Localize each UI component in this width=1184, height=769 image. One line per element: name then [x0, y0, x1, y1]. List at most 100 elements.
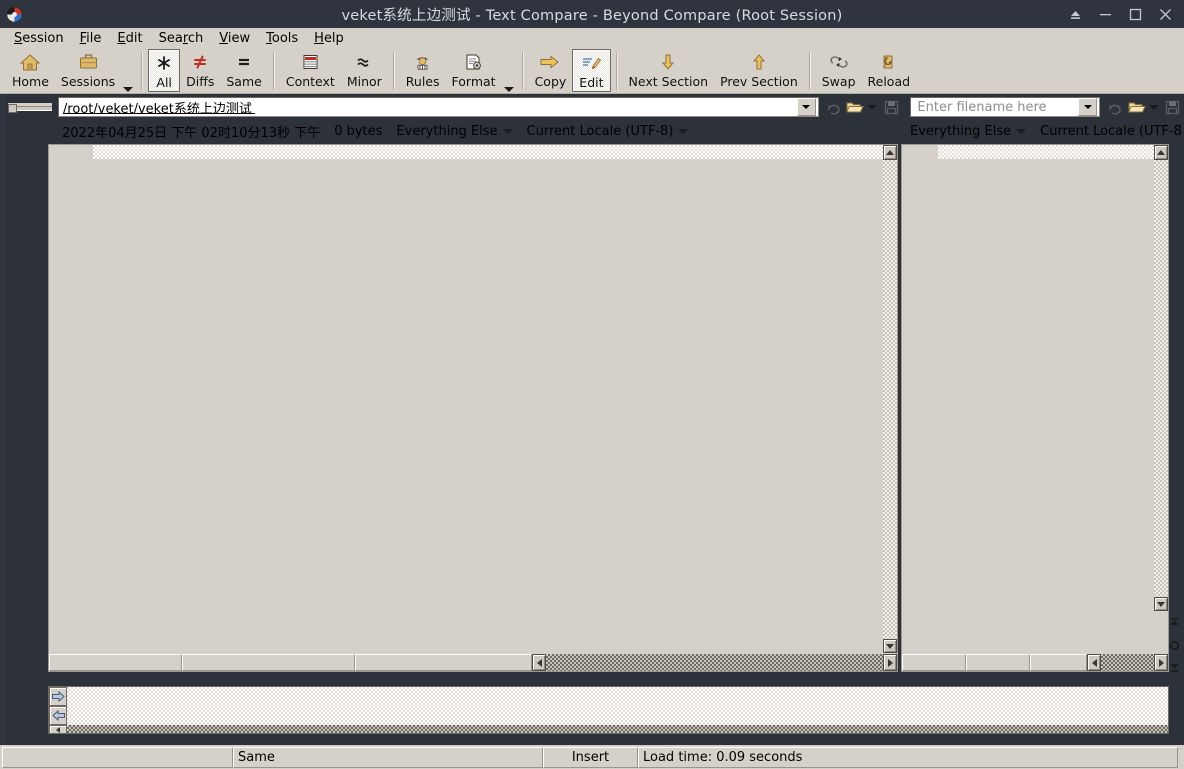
slider-thumb[interactable] [8, 104, 17, 113]
left-text-pane[interactable] [48, 144, 898, 672]
left-refresh-icon[interactable] [823, 96, 845, 118]
menu-file[interactable]: File [72, 30, 110, 47]
last-difference-icon[interactable] [1166, 656, 1182, 678]
left-pane-top-scroll-track[interactable] [93, 145, 883, 159]
right-save-icon[interactable] [1162, 96, 1184, 118]
edit-panel-row-left[interactable] [49, 706, 1168, 725]
toolbar-label: All [156, 75, 172, 90]
title-bar: veket系统上边测试 - Text Compare - Beyond Comp… [0, 0, 1184, 28]
diff-navigation-strip [1166, 612, 1182, 678]
menu-session[interactable]: Session [6, 30, 72, 47]
menu-tools[interactable]: Tools [258, 30, 306, 47]
toolbar-label: Format [451, 74, 496, 89]
toolbar-button-next-section[interactable]: Next Section [623, 49, 715, 92]
chevron-down-icon [1016, 128, 1027, 134]
toolbar-button-diffs[interactable]: Diffs [180, 49, 220, 92]
toolbar-separator [521, 52, 524, 90]
right-path-input[interactable]: Enter filename here [910, 97, 1101, 117]
menu-edit[interactable]: Edit [109, 30, 150, 47]
toolbar-button-context[interactable]: Context [280, 49, 341, 92]
edit-panel-row-right[interactable] [49, 687, 1168, 706]
menu-help[interactable]: Help [306, 30, 352, 47]
edit-panel-hscroll-left-button[interactable] [49, 725, 67, 734]
right-path-dropdown-button[interactable] [1078, 98, 1098, 116]
chevron-down-icon [123, 87, 134, 92]
toolbar-button-reload[interactable]: Reload [862, 49, 917, 92]
pane-width-slider[interactable] [8, 103, 52, 113]
toolbar-button-same[interactable]: Same [220, 49, 267, 92]
edit-panel-hscroll-track[interactable] [67, 725, 1168, 733]
triangle-left-icon [56, 726, 60, 733]
left-browse-folder-icon[interactable] [845, 96, 867, 118]
left-pane-hscroll-right-button[interactable] [883, 654, 897, 671]
first-difference-icon[interactable] [1166, 612, 1182, 634]
left-path-dropdown-button[interactable] [796, 98, 816, 116]
toolbar: Home Sessions All Diffs Same Context Min… [0, 49, 1184, 94]
right-pane-vscroll-track[interactable] [1154, 160, 1168, 597]
right-file-info: Everything Else Current Locale (UTF-8 [910, 121, 1182, 141]
right-filter-selector[interactable]: Everything Else [910, 124, 1027, 139]
reload-icon [879, 51, 898, 73]
toolbar-button-copy[interactable]: Copy [529, 49, 573, 92]
minimize-button[interactable] [1090, 0, 1120, 28]
right-text-pane[interactable] [901, 144, 1169, 672]
toolbar-button-format[interactable]: Format [446, 49, 502, 92]
inline-edit-panel[interactable] [48, 686, 1169, 734]
referee-icon [413, 51, 432, 73]
toolbar-button-rules[interactable]: Rules [400, 49, 446, 92]
toolbar-label: Sessions [60, 74, 116, 89]
path-focus-underline [62, 113, 255, 114]
right-pane-top-scroll-track[interactable] [938, 145, 1154, 159]
close-button[interactable] [1150, 0, 1180, 28]
toolbar-label: Next Section [628, 74, 709, 89]
toolbar-separator [615, 52, 618, 90]
triangle-down-icon [886, 643, 894, 649]
right-browse-folder-icon[interactable] [1126, 96, 1148, 118]
left-browse-dropdown-icon[interactable] [867, 104, 878, 110]
toolbar-label: Prev Section [720, 74, 798, 89]
right-refresh-icon[interactable] [1104, 96, 1126, 118]
left-encoding-selector[interactable]: Current Locale (UTF-8) [527, 124, 689, 139]
toolbar-button-swap[interactable]: Swap [816, 49, 862, 92]
left-file-info: 2022年04月25日 下午 02时10分13秒 下午 0 bytes Ever… [62, 121, 702, 141]
menu-view[interactable]: View [211, 30, 258, 47]
not-equal-icon [191, 51, 209, 73]
left-path-input[interactable]: /root/veket/veket系统上边测试 [57, 97, 819, 117]
toolbar-label: Edit [579, 75, 604, 90]
right-pane-hscroll-track[interactable] [1101, 654, 1154, 671]
toolbar-button-prev-section[interactable]: Prev Section [714, 49, 804, 92]
arrow-right-icon [539, 51, 561, 73]
left-pane-scroll-down-button[interactable] [883, 639, 897, 653]
right-pane-seg-3 [1030, 654, 1087, 671]
right-encoding-selector[interactable]: Current Locale (UTF-8 [1040, 124, 1182, 139]
toolbar-label: Same [226, 74, 262, 89]
eject-button[interactable] [1060, 0, 1090, 28]
right-pane-scroll-down-button[interactable] [1154, 597, 1168, 611]
left-save-icon[interactable] [880, 96, 902, 118]
right-pane-hscroll-left-button[interactable] [1087, 654, 1101, 671]
left-filter-selector[interactable]: Everything Else [396, 124, 513, 139]
copy-to-left-button[interactable] [49, 706, 67, 725]
toolbar-button-all[interactable]: All [148, 49, 181, 92]
right-pane-seg-2 [966, 654, 1030, 671]
left-pane-hscroll-left-button[interactable] [532, 654, 546, 671]
left-pane-hscroll-track[interactable] [546, 654, 883, 671]
chevron-down-icon [503, 87, 514, 92]
context-icon [301, 51, 320, 73]
maximize-button[interactable] [1120, 0, 1150, 28]
left-pane-vscroll-track[interactable] [883, 160, 897, 639]
triangle-down-icon [1157, 601, 1165, 607]
copy-to-right-button[interactable] [49, 687, 67, 706]
right-browse-dropdown-icon[interactable] [1149, 104, 1159, 110]
menu-bar: Session File Edit Search View Tools Help [0, 28, 1184, 49]
right-pane-scroll-up-button[interactable] [1154, 145, 1168, 160]
menu-search[interactable]: Search [151, 30, 212, 47]
left-pane-scroll-up-button[interactable] [883, 145, 897, 160]
toolbar-button-sessions[interactable]: Sessions [55, 49, 121, 92]
beyond-compare-window: veket系统上边测试 - Text Compare - Beyond Comp… [0, 0, 1184, 769]
toolbar-button-minor[interactable]: Minor [341, 49, 388, 92]
current-difference-icon[interactable] [1166, 634, 1182, 656]
toolbar-button-edit[interactable]: Edit [572, 49, 611, 92]
toolbar-button-home[interactable]: Home [6, 49, 55, 92]
arrow-up-icon [750, 51, 768, 73]
